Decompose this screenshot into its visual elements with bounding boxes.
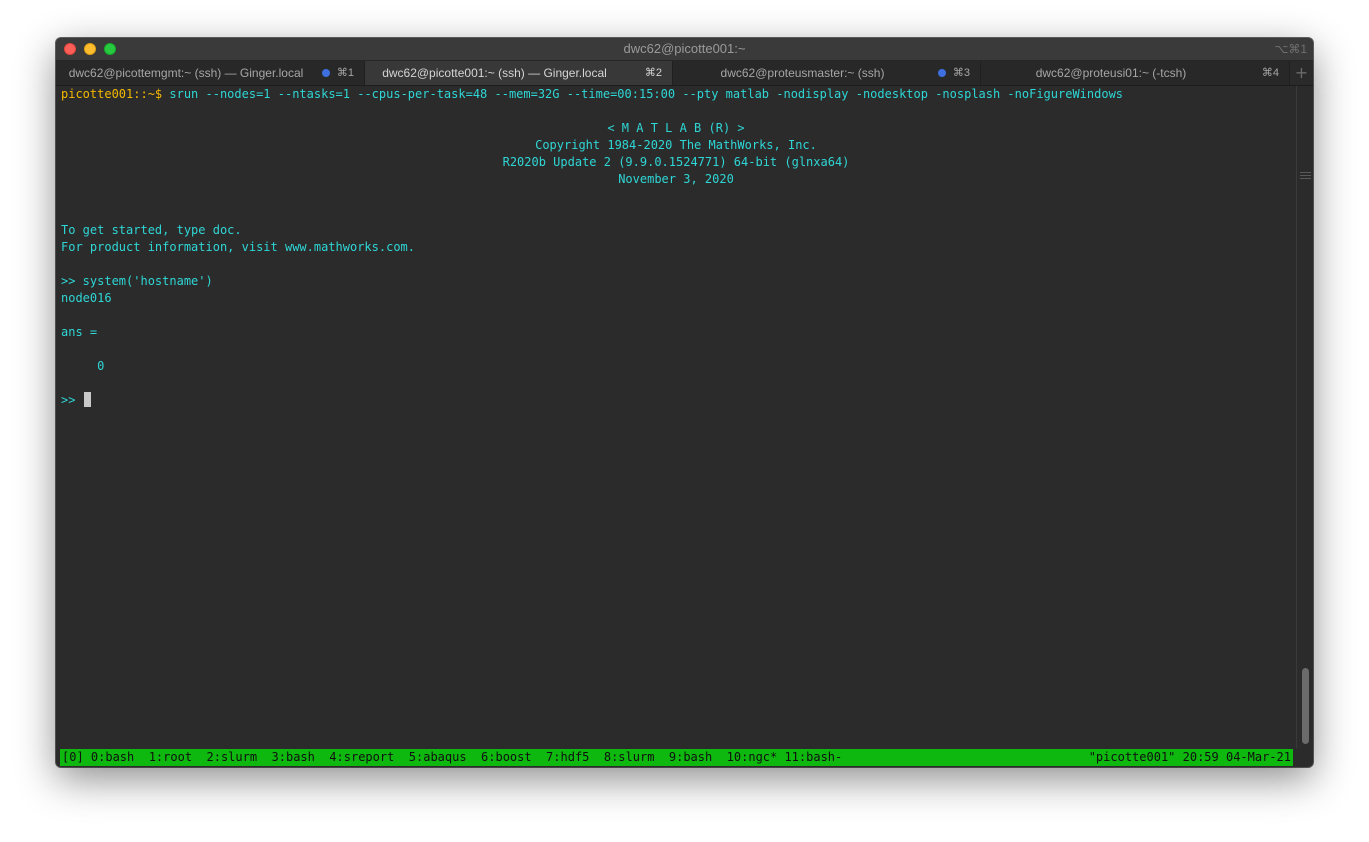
banner-line: November 3, 2020 [618, 172, 734, 186]
tmux-status-bar: [0] 0:bash 1:root 2:slurm 3:bash 4:srepo… [60, 749, 1293, 766]
activity-dot-icon [322, 69, 330, 77]
banner-line: < M A T L A B (R) > [607, 121, 745, 135]
window-shortcut: ⌥⌘1 [1274, 42, 1307, 56]
split-grip-icon[interactable] [1300, 172, 1311, 179]
output-line: >> system('hostname') [61, 274, 213, 288]
output-line: 0 [61, 359, 105, 373]
tab-2[interactable]: dwc62@picotte001:~ (ssh) — Ginger.local … [365, 61, 673, 85]
tab-shortcut: ⌘2 [644, 67, 662, 79]
tab-shortcut: ⌘4 [1261, 67, 1279, 79]
tab-bar: dwc62@picottemgmt:~ (ssh) — Ginger.local… [56, 61, 1313, 86]
tab-label: dwc62@proteusmaster:~ (ssh) [720, 66, 885, 80]
tab-label: dwc62@picottemgmt:~ (ssh) — Ginger.local [68, 66, 304, 80]
output-line: ans = [61, 325, 98, 339]
tmux-status-right: "picotte001" 20:59 04-Mar-21 [1088, 750, 1291, 764]
title-bar[interactable]: dwc62@picotte001:~ ⌥⌘1 [56, 38, 1313, 61]
new-tab-button[interactable]: + [1290, 61, 1313, 85]
tab-1[interactable]: dwc62@picottemgmt:~ (ssh) — Ginger.local… [56, 61, 365, 85]
window-title: dwc62@picotte001:~ [623, 41, 746, 56]
text-cursor [83, 392, 91, 407]
command-line: picotte001::~$ srun --nodes=1 --ntasks=1… [61, 86, 1123, 103]
tab-shortcut: ⌘1 [336, 67, 354, 79]
terminal-window: dwc62@picotte001:~ ⌥⌘1 dwc62@picottemgmt… [56, 38, 1313, 767]
banner-line: R2020b Update 2 (9.9.0.1524771) 64-bit (… [502, 155, 850, 169]
tab-shortcut: ⌘3 [952, 67, 970, 79]
output-line: To get started, type doc. [61, 223, 242, 237]
output-line: For product information, visit www.mathw… [61, 240, 416, 254]
activity-dot-icon [938, 69, 946, 77]
output-line: node016 [61, 291, 112, 305]
plus-icon: + [1294, 63, 1309, 82]
shell-prompt: picotte001::~$ [61, 87, 163, 101]
terminal-output[interactable]: picotte001::~$ srun --nodes=1 --ntasks=1… [56, 86, 1296, 748]
tab-4[interactable]: dwc62@proteusi01:~ (-tcsh) ⌘4 [981, 61, 1290, 85]
scrollbar[interactable] [1296, 86, 1313, 748]
scroll-thumb[interactable] [1302, 668, 1309, 744]
tmux-window-list[interactable]: [0] 0:bash 1:root 2:slurm 3:bash 4:srepo… [62, 749, 842, 766]
command-text: srun --nodes=1 --ntasks=1 --cpus-per-tas… [162, 87, 1124, 101]
tab-label: dwc62@proteusi01:~ (-tcsh) [1035, 66, 1187, 80]
tab-label: dwc62@picotte001:~ (ssh) — Ginger.local [382, 66, 607, 80]
matlab-prompt-line[interactable]: >> [61, 392, 91, 409]
banner-line: Copyright 1984-2020 The MathWorks, Inc. [535, 138, 817, 152]
matlab-prompt: >> [61, 393, 83, 407]
tab-3[interactable]: dwc62@proteusmaster:~ (ssh) ⌘3 [673, 61, 981, 85]
